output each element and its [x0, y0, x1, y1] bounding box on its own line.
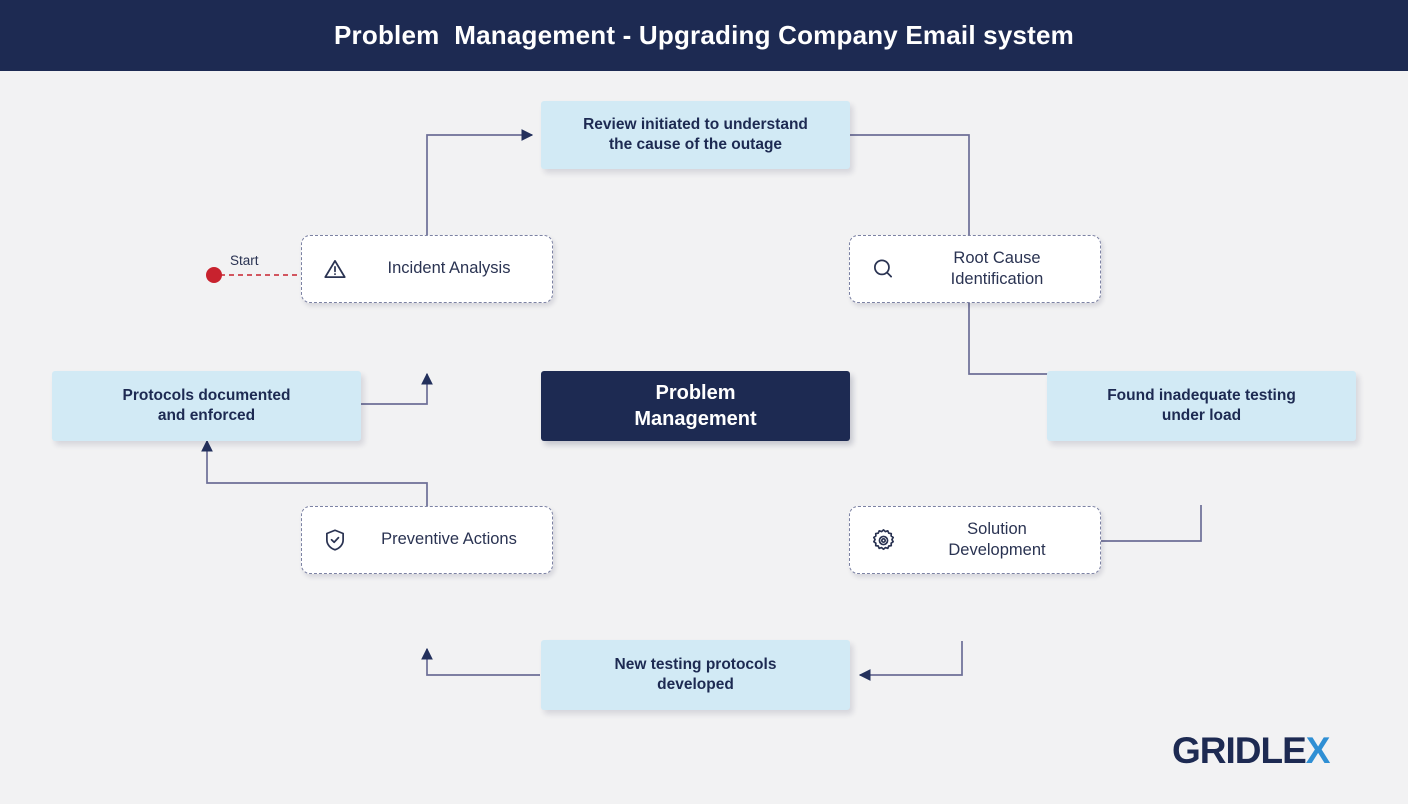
center-label: Problem Management [634, 382, 757, 430]
step-label: Preventive Actions [381, 530, 517, 549]
connector-newprotocols-to-preventive [421, 647, 540, 676]
outcome-review-initiated[interactable]: Review initiated to understand the cause… [541, 101, 850, 169]
shield-check-icon [318, 523, 352, 557]
gear-icon [866, 523, 900, 557]
step-solution-development[interactable]: Solution Development [849, 506, 1101, 574]
page-header: Problem Management - Upgrading Company E… [0, 0, 1408, 71]
connector-solution-to-newprotocols [858, 641, 963, 681]
center-node-problem-management[interactable]: Problem Management [541, 371, 850, 441]
gridlex-logo: GRIDLEX [1172, 729, 1331, 771]
diagram-page: Problem Management - Upgrading Company E… [0, 0, 1408, 804]
page-title: Problem Management - Upgrading Company E… [334, 20, 1074, 50]
step-preventive-actions[interactable]: Preventive Actions [301, 506, 553, 574]
step-label: Solution Development [948, 519, 1046, 559]
outcome-label: Found inadequate testing under load [1107, 386, 1296, 424]
outcome-label: Review initiated to understand the cause… [583, 115, 808, 153]
step-incident-analysis[interactable]: Incident Analysis [301, 235, 553, 303]
magnifier-icon [866, 252, 900, 286]
step-label: Root Cause Identification [950, 248, 1044, 288]
start-label: Start [230, 253, 259, 268]
step-root-cause-identification[interactable]: Root Cause Identification [849, 235, 1101, 303]
logo-text-main: GRIDLE [1172, 729, 1307, 771]
diagram-canvas: Start Review initiated to understand the… [0, 71, 1408, 804]
logo-text-accent: X [1305, 729, 1331, 771]
logo-text: GRIDLEX [1172, 729, 1331, 771]
start-dot [206, 267, 222, 283]
outcome-label: New testing protocols developed [614, 655, 777, 693]
outcome-protocols-enforced[interactable]: Protocols documented and enforced [52, 371, 361, 441]
outcome-label: Protocols documented and enforced [122, 386, 291, 424]
step-label: Incident Analysis [387, 259, 511, 278]
warning-triangle-icon [318, 252, 352, 286]
outcome-found-inadequate[interactable]: Found inadequate testing under load [1047, 371, 1356, 441]
outcome-new-protocols[interactable]: New testing protocols developed [541, 640, 850, 710]
